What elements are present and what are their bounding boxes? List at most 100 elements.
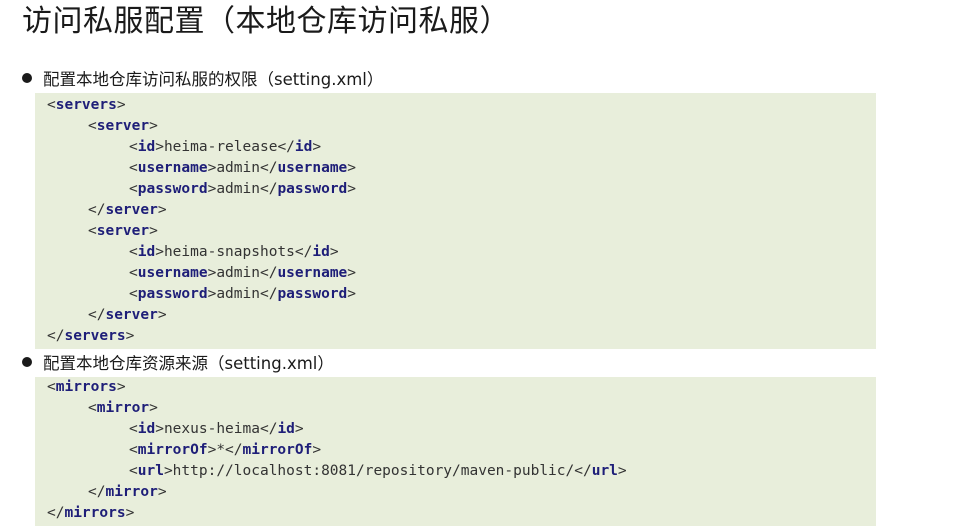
xml-tag-name: server: [96, 223, 150, 239]
xml-text-value: heima-release: [163, 139, 278, 155]
code-line: <url>http://localhost:8081/repository/ma…: [47, 461, 876, 482]
tag-bracket: <: [129, 181, 138, 197]
code-line: <id>heima-snapshots</id>: [47, 242, 876, 263]
tag-bracket: >: [157, 202, 167, 218]
xml-tag-name: username: [277, 160, 348, 176]
section-label-text: 配置本地仓库资源来源（setting.xml）: [43, 354, 334, 373]
tag-bracket: </: [294, 244, 313, 260]
tag-bracket: >: [155, 244, 164, 260]
tag-bracket: >: [149, 223, 158, 239]
code-line: <servers>: [47, 95, 876, 116]
xml-text-value: admin: [216, 160, 260, 176]
tag-bracket: <: [47, 97, 56, 113]
xml-text-value: admin: [216, 265, 260, 281]
tag-bracket: >: [617, 463, 627, 479]
tag-bracket: >: [347, 265, 357, 281]
tag-bracket: >: [207, 442, 217, 458]
tag-bracket: </: [259, 286, 278, 302]
code-line: <mirror>: [47, 398, 876, 419]
xml-tag-name: id: [277, 421, 295, 437]
xml-text-value: *: [216, 442, 226, 458]
tag-bracket: >: [155, 139, 164, 155]
xml-tag-name: username: [137, 160, 208, 176]
xml-text-value: admin: [216, 286, 260, 302]
tag-bracket: <: [129, 421, 138, 437]
tag-bracket: >: [312, 442, 322, 458]
tag-bracket: >: [149, 400, 158, 416]
tag-bracket: </: [259, 265, 278, 281]
code-line: <server>: [47, 116, 876, 137]
xml-tag-name: username: [137, 265, 208, 281]
code-block-servers: <servers> <server> <id>heima-release</id> <…: [35, 93, 876, 349]
tag-bracket: >: [312, 139, 322, 155]
section-label-mirrors: 配置本地仓库资源来源（setting.xml）: [22, 351, 334, 373]
xml-tag-name: password: [137, 181, 208, 197]
tag-bracket: </: [277, 139, 295, 155]
xml-tag-name: servers: [64, 328, 126, 344]
tag-bracket: </: [259, 160, 278, 176]
section-label-servers: 配置本地仓库访问私服的权限（setting.xml）: [22, 67, 383, 89]
tag-bracket: <: [88, 400, 97, 416]
xml-tag-name: password: [137, 286, 208, 302]
code-line: <username>admin</username>: [47, 263, 876, 284]
tag-bracket: <: [88, 223, 97, 239]
code-line: <username>admin</username>: [47, 158, 876, 179]
tag-bracket: </: [88, 484, 106, 500]
tag-bracket: <: [129, 442, 138, 458]
code-block-mirrors: <mirrors> <mirror> <id>nexus-heima</id> <mi…: [35, 377, 876, 526]
xml-text-value: http://localhost:8081/repository/maven-p…: [172, 463, 575, 479]
tag-bracket: >: [163, 463, 173, 479]
xml-tag-name: id: [312, 244, 330, 260]
xml-tag-name: server: [96, 118, 150, 134]
tag-bracket: >: [347, 181, 357, 197]
tag-bracket: </: [259, 421, 278, 437]
xml-text-value: admin: [216, 181, 260, 197]
tag-bracket: >: [207, 160, 217, 176]
tag-bracket: >: [149, 118, 158, 134]
tag-bracket: >: [125, 505, 135, 521]
tag-bracket: >: [157, 307, 167, 323]
tag-bracket: >: [155, 421, 164, 437]
tag-bracket: </: [47, 328, 65, 344]
tag-bracket: >: [347, 160, 357, 176]
xml-tag-name: username: [277, 265, 348, 281]
xml-tag-name: url: [591, 463, 618, 479]
xml-tag-name: id: [137, 139, 156, 155]
tag-bracket: >: [329, 244, 339, 260]
tag-bracket: <: [129, 244, 138, 260]
code-line: </server>: [47, 305, 876, 326]
xml-tag-name: mirrorOf: [137, 442, 208, 458]
xml-tag-name: password: [277, 286, 348, 302]
xml-tag-name: url: [137, 463, 164, 479]
tag-bracket: </: [574, 463, 592, 479]
xml-tag-name: mirror: [105, 484, 158, 500]
tag-bracket: <: [129, 286, 138, 302]
xml-tag-name: mirrors: [55, 379, 117, 395]
tag-bracket: </: [47, 505, 65, 521]
tag-bracket: >: [347, 286, 357, 302]
tag-bracket: <: [129, 265, 138, 281]
xml-tag-name: mirrors: [64, 505, 126, 521]
section-label-text: 配置本地仓库访问私服的权限（setting.xml）: [43, 70, 384, 89]
bullet-icon: [22, 357, 32, 367]
tag-bracket: <: [129, 160, 138, 176]
xml-text-value: nexus-heima: [163, 421, 260, 437]
xml-tag-name: mirror: [96, 400, 150, 416]
xml-tag-name: servers: [55, 97, 117, 113]
tag-bracket: </: [88, 307, 106, 323]
page-title: 访问私服配置（本地仓库访问私服）: [22, 4, 510, 39]
xml-tag-name: server: [105, 202, 158, 218]
xml-tag-name: id: [137, 421, 156, 437]
tag-bracket: >: [125, 328, 135, 344]
code-line: </mirrors>: [47, 503, 876, 524]
code-line: </servers>: [47, 326, 876, 347]
tag-bracket: >: [207, 181, 217, 197]
code-line: <mirrors>: [47, 377, 876, 398]
xml-text-value: heima-snapshots: [163, 244, 295, 260]
code-line: <password>admin</password>: [47, 284, 876, 305]
tag-bracket: <: [88, 118, 97, 134]
tag-bracket: >: [116, 97, 126, 113]
code-line: </mirror>: [47, 482, 876, 503]
xml-tag-name: server: [105, 307, 158, 323]
tag-bracket: >: [207, 265, 217, 281]
